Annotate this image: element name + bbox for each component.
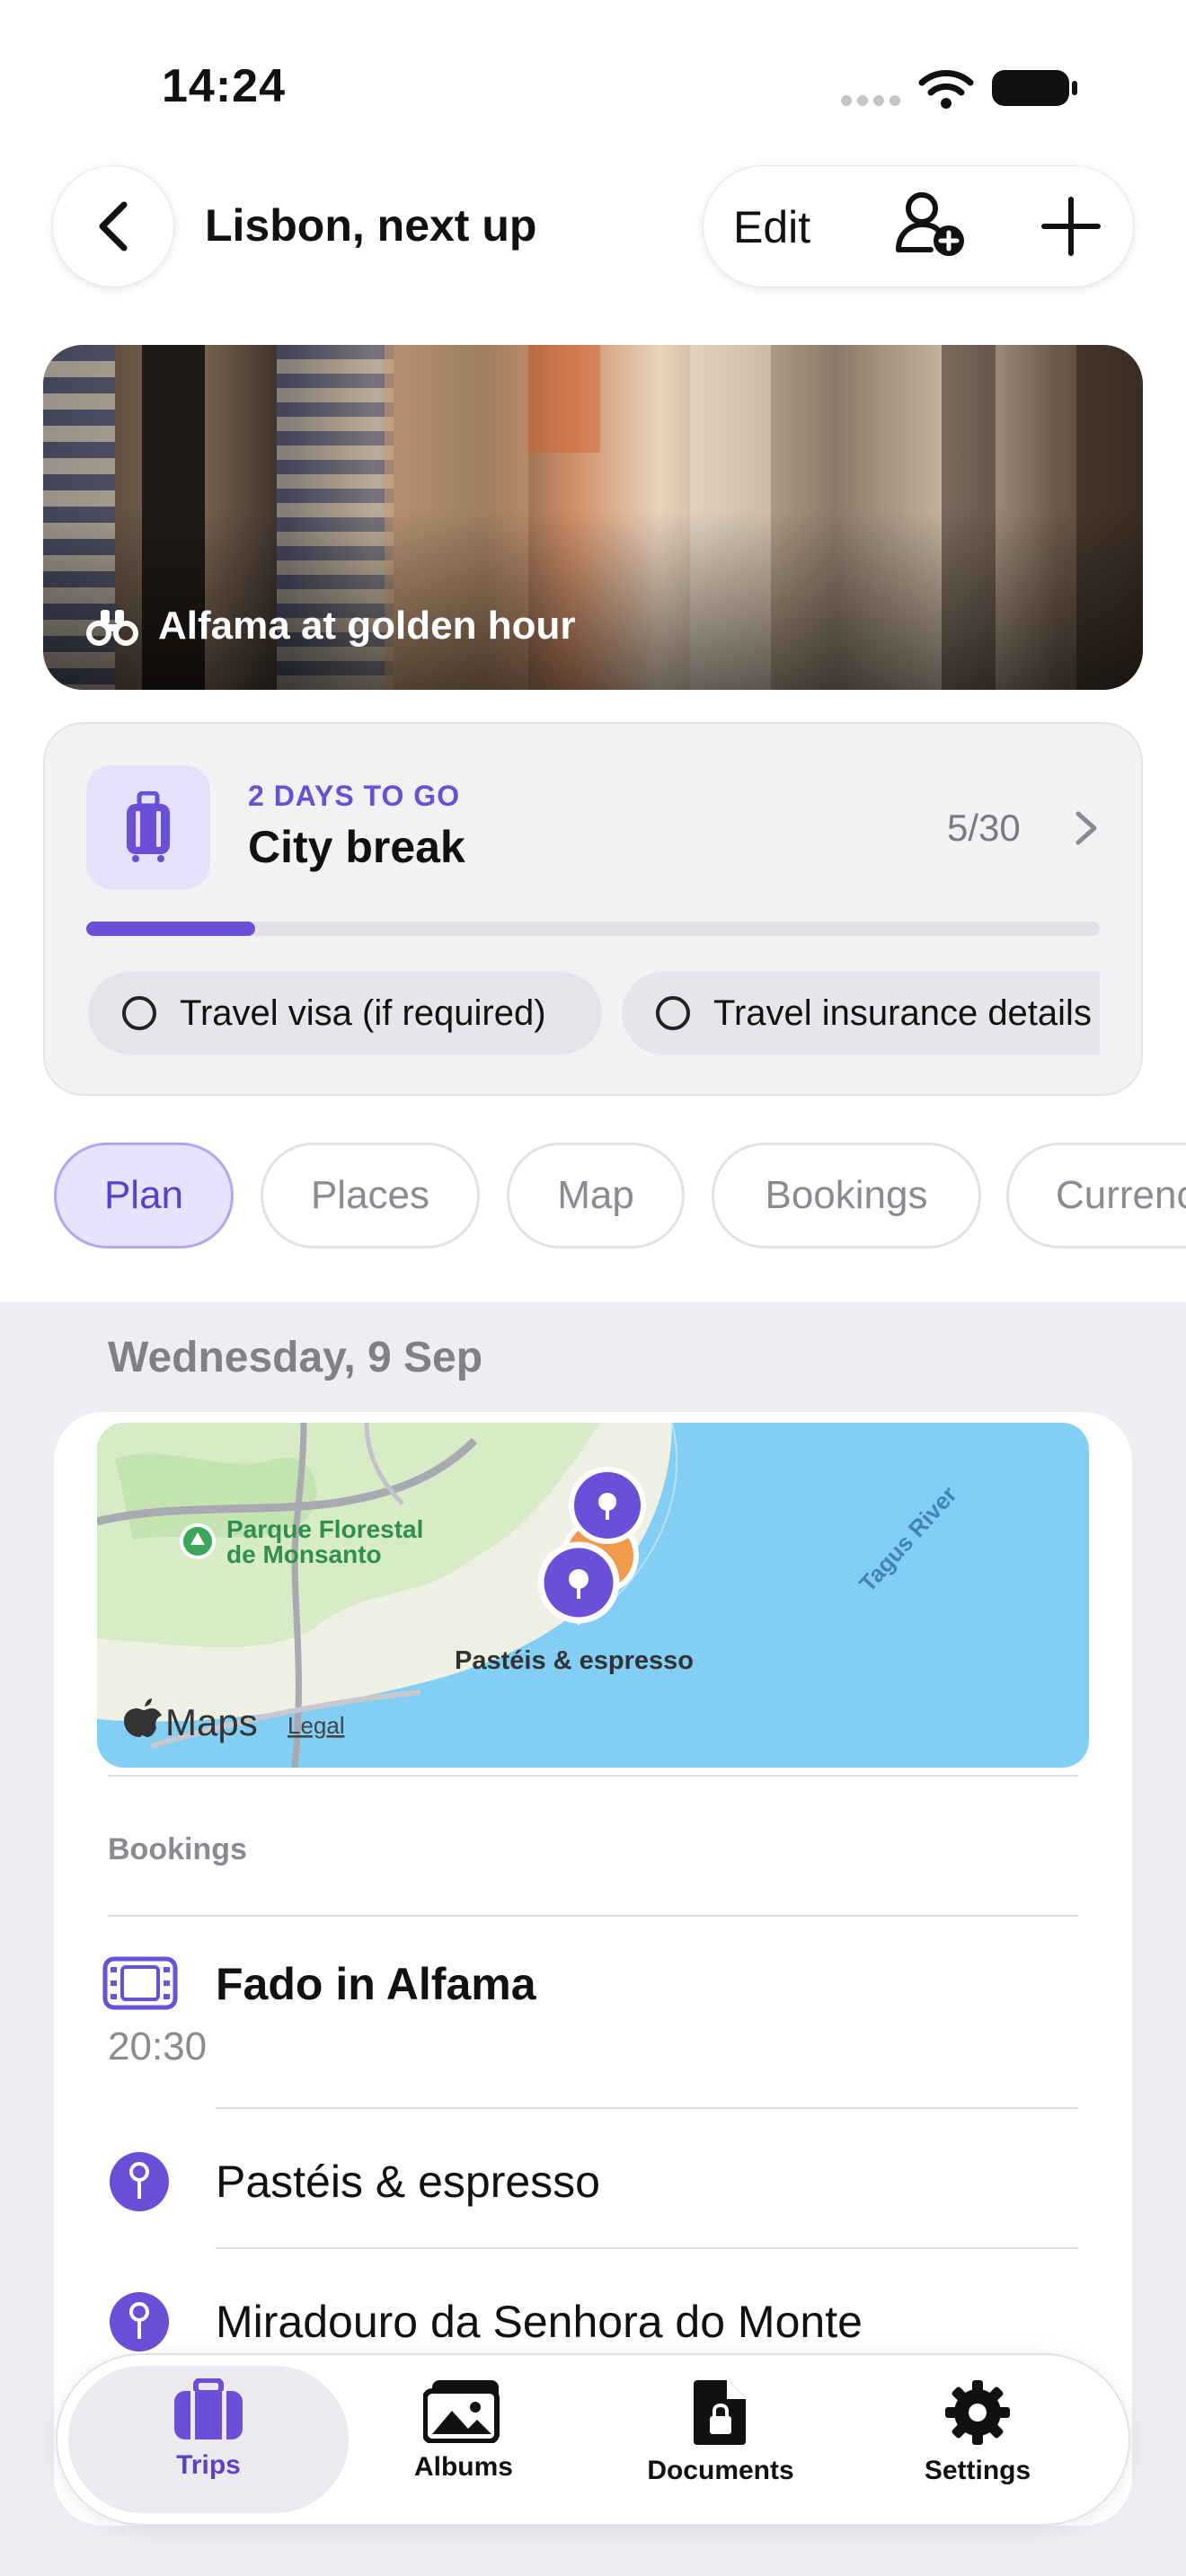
divider — [216, 2107, 1078, 2109]
place-title: Miradouro da Senhora do Monte — [216, 2297, 863, 2347]
tabbar-item-albums[interactable]: Albums — [374, 2378, 553, 2483]
add-button[interactable] — [1039, 194, 1103, 259]
tabbar-label: Trips — [176, 2450, 241, 2480]
divider — [108, 1915, 1078, 1917]
map-legal-link[interactable]: Legal — [288, 1712, 345, 1739]
back-button[interactable] — [52, 165, 174, 287]
checkbox-circle-icon[interactable] — [122, 996, 156, 1030]
day-heading: Wednesday, 9 Sep — [108, 1334, 483, 1381]
map-park-label-2: de Monsanto — [226, 1540, 382, 1568]
tab-plan[interactable]: Plan — [54, 1142, 234, 1248]
hero-caption: Alfama at golden hour — [86, 604, 575, 648]
booking-row[interactable] — [54, 1922, 1132, 2102]
photo-stack-icon — [423, 2380, 500, 2443]
binoculars-icon — [86, 610, 138, 646]
wifi-icon — [918, 70, 974, 109]
status-time: 14:24 — [162, 60, 286, 112]
ticket-icon — [102, 1956, 178, 2010]
map-pin-icon — [110, 2292, 169, 2351]
park-icon — [180, 1523, 216, 1559]
checklist-chip[interactable]: Travel insurance details — [622, 972, 1100, 1054]
add-person-icon[interactable] — [895, 190, 967, 259]
booking-title: Fado in Alfama — [216, 1959, 536, 2009]
page-title: Lisbon, next up — [205, 200, 537, 251]
map-pin-selected[interactable] — [537, 1541, 620, 1626]
tabbar-item-settings[interactable]: Settings — [888, 2378, 1067, 2486]
bookings-section-label: Bookings — [108, 1832, 247, 1866]
checklist-chip[interactable]: Travel visa (if required) — [88, 972, 602, 1054]
chevron-left-icon — [99, 201, 128, 251]
map-park-label-1: Parque Florestal — [226, 1515, 423, 1543]
booking-time: 20:30 — [108, 2025, 208, 2069]
maps-brand-label: Maps — [165, 1701, 258, 1743]
battery-icon — [992, 70, 1077, 106]
tab-currency[interactable]: Currency — [1006, 1142, 1186, 1248]
place-title: Pastéis & espresso — [216, 2157, 600, 2207]
suitcase-tile — [86, 765, 210, 889]
checklist-progress-text: 5/30 — [947, 807, 1021, 849]
tabbar-label: Albums — [413, 2452, 513, 2482]
suitcase-icon — [174, 2378, 243, 2439]
cellular-signal-icon — [841, 95, 900, 106]
checklist-chip-label: Travel insurance details — [713, 992, 1092, 1033]
edit-button[interactable]: Edit — [733, 201, 810, 253]
divider — [108, 1775, 1078, 1777]
map-pin-icon — [110, 2152, 169, 2211]
locked-document-icon — [694, 2380, 746, 2445]
trip-name: City break — [248, 822, 465, 872]
tabbar-item-trips[interactable]: Trips — [119, 2378, 298, 2481]
checklist-progress-bar — [86, 922, 1100, 936]
tab-map[interactable]: Map — [507, 1142, 685, 1248]
chevron-right-icon[interactable] — [1073, 808, 1100, 848]
checklist-progress-fill — [86, 922, 256, 936]
map-pin-label: Pastéis & espresso — [455, 1646, 694, 1675]
tabbar-label: Documents — [647, 2456, 794, 2485]
tab-places[interactable]: Places — [261, 1142, 480, 1248]
checklist-chip-label: Travel visa (if required) — [180, 992, 546, 1033]
tab-currency-label: Currency — [1056, 1173, 1186, 1217]
gear-icon — [945, 2380, 1010, 2445]
checkbox-circle-icon[interactable] — [656, 996, 690, 1030]
tabbar-item-documents[interactable]: Documents — [631, 2378, 810, 2486]
countdown-label: 2 DAYS TO GO — [248, 780, 461, 812]
tab-bookings[interactable]: Bookings — [712, 1142, 981, 1248]
divider — [216, 2247, 1078, 2249]
day-map[interactable]: Parque Florestal de Monsanto Tagus River… — [97, 1423, 1089, 1768]
tabbar-label: Settings — [924, 2456, 1031, 2485]
hero-caption-text: Alfama at golden hour — [158, 604, 576, 648]
map-pin-purple[interactable] — [569, 1467, 646, 1544]
suitcase-icon — [127, 791, 170, 862]
